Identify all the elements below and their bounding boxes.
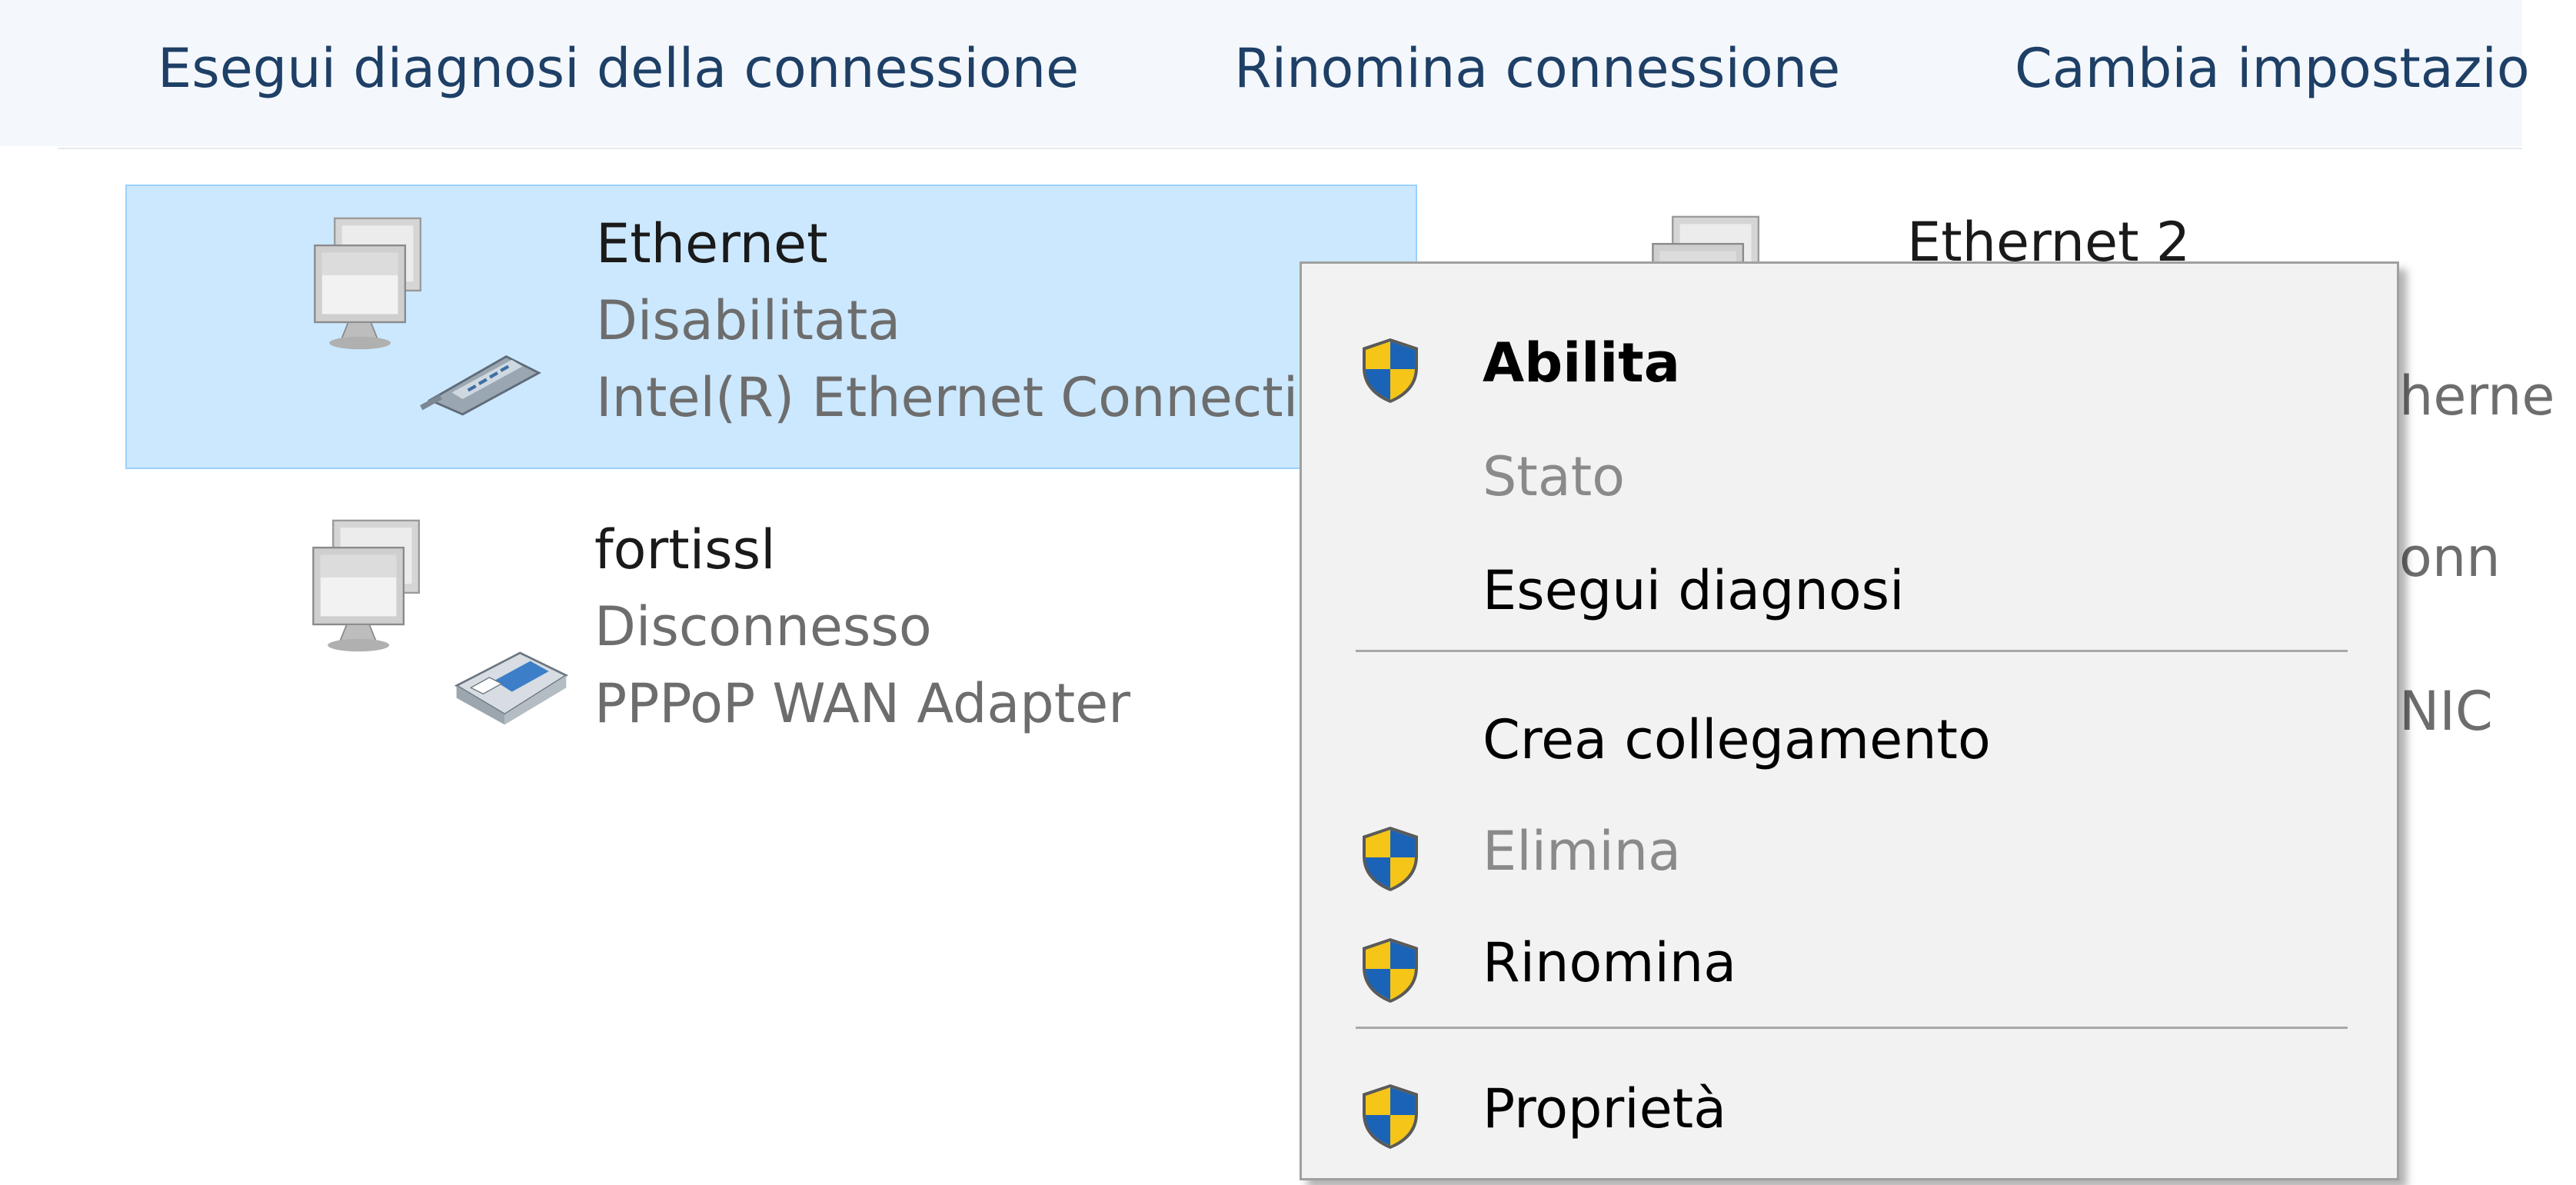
menu-item-label: Abilita	[1483, 331, 1680, 394]
menu-item-diagnose[interactable]: Esegui diagnosi	[1302, 545, 2397, 645]
menu-item-enable[interactable]: Abilita	[1302, 318, 2397, 418]
ethernet-plug-icon	[419, 340, 550, 417]
network-connections-window: Esegui diagnosi della connessione Rinomi…	[0, 0, 2576, 1185]
uac-shield-icon	[1360, 937, 1421, 1004]
connection-status: onn	[2399, 526, 2501, 589]
context-menu: Abilita Stato Esegui diagnosi Crea colle…	[1300, 261, 2399, 1180]
menu-separator	[1356, 650, 2348, 652]
toolbar-divider	[58, 148, 2522, 149]
connection-status: Disabilitata	[596, 289, 901, 352]
menu-item-label: Elimina	[1483, 820, 1682, 883]
menu-item-status[interactable]: Stato	[1302, 431, 2397, 531]
menu-item-create-shortcut[interactable]: Crea collegamento	[1302, 694, 2397, 794]
connection-text: fortissl Disconnesso PPPoP WAN Adapter	[594, 511, 1130, 742]
command-bar: Esegui diagnosi della connessione Rinomi…	[0, 0, 2530, 146]
menu-item-label: Proprietà	[1483, 1077, 1727, 1140]
connection-status: Disconnesso	[594, 595, 932, 658]
connection-name: fortissl	[594, 518, 776, 581]
menu-item-label: Esegui diagnosi	[1483, 559, 1905, 622]
uac-shield-icon	[1360, 337, 1421, 404]
menu-item-properties[interactable]: Proprietà	[1302, 1064, 2397, 1163]
connection-name: Ethernet	[596, 212, 828, 275]
rename-connection-button[interactable]: Rinomina connessione	[1234, 37, 1840, 100]
menu-separator	[1356, 1027, 2348, 1029]
menu-item-rename[interactable]: Rinomina	[1302, 917, 2397, 1017]
connection-device: Intel(R) Ethernet Connecti	[596, 366, 1299, 429]
connection-device: NIC	[2399, 680, 2493, 743]
connection-device: herne	[2399, 364, 2555, 428]
uac-shield-icon	[1360, 1083, 1421, 1150]
connection-device: PPPoP WAN Adapter	[594, 672, 1131, 735]
connection-item-fortissl[interactable]: fortissl Disconnesso PPPoP WAN Adapter	[125, 492, 1325, 777]
menu-item-label: Rinomina	[1483, 931, 1737, 994]
connection-text: Ethernet Disabilitata Intel(R) Ethernet …	[596, 205, 1298, 436]
uac-shield-icon	[1360, 825, 1421, 893]
diagnose-connection-button[interactable]: Esegui diagnosi della connessione	[158, 37, 1079, 100]
dialup-modem-icon	[448, 634, 571, 727]
menu-item-label: Stato	[1483, 445, 1626, 508]
menu-item-delete[interactable]: Elimina	[1302, 806, 2397, 906]
change-settings-button[interactable]: Cambia impostazio	[2015, 37, 2530, 100]
menu-item-label: Crea collegamento	[1483, 708, 1991, 771]
connection-item-ethernet[interactable]: Ethernet Disabilitata Intel(R) Ethernet …	[125, 185, 1417, 469]
